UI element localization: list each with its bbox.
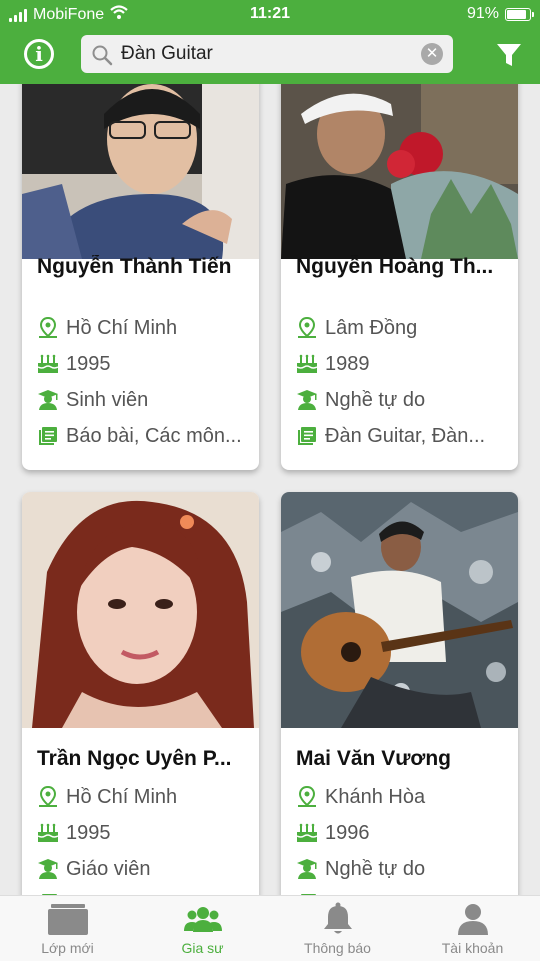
tutor-card[interactable]: Nguyễn Thành Tiến Hồ Chí Minh 1995 Sinh … xyxy=(22,60,259,470)
graduate-icon xyxy=(37,858,59,880)
tutor-card[interactable]: Trần Ngọc Uyên P... Hồ Chí Minh 1995 Giá… xyxy=(22,492,259,912)
tab-new-classes[interactable]: Lớp mới xyxy=(0,896,135,961)
location-pin-icon xyxy=(37,317,59,339)
tutor-card[interactable]: Nguyễn Hoàng Th... Lâm Đồng 1989 Nghề tự… xyxy=(281,60,518,470)
location-row: Hồ Chí Minh xyxy=(37,315,252,341)
graduate-icon xyxy=(296,858,318,880)
search-icon xyxy=(91,44,113,71)
tutor-photo xyxy=(22,84,259,259)
tab-tutors[interactable]: Gia sư xyxy=(135,896,270,961)
search-input[interactable] xyxy=(121,35,411,73)
birth-year-text: 1995 xyxy=(66,352,111,375)
top-bar: MobiFone 11:21 91% i ✕ xyxy=(0,0,540,84)
tab-notifications[interactable]: Thông báo xyxy=(270,896,405,961)
birth-year-row: 1996 xyxy=(296,820,511,846)
tutor-card[interactable]: Mai Văn Vương Khánh Hòa 1996 Nghề tự do xyxy=(281,492,518,912)
battery-group: 91% xyxy=(466,5,534,23)
location-pin-icon xyxy=(296,317,318,339)
location-row: Hồ Chí Minh xyxy=(37,784,252,810)
bottom-tab-bar: Lớp mới Gia sư Thông báo Tài khoản xyxy=(0,895,540,961)
subjects-book-icon xyxy=(296,425,318,447)
location-pin-icon xyxy=(296,786,318,808)
tutor-photo xyxy=(281,84,518,259)
occupation-row: Sinh viên xyxy=(37,387,252,413)
subjects-text: Báo bài, Các môn... xyxy=(66,424,242,447)
occupation-row: Giáo viên xyxy=(37,856,252,882)
info-icon[interactable]: i xyxy=(24,39,54,69)
bell-icon xyxy=(270,902,405,936)
tutors-icon xyxy=(135,902,270,936)
location-text: Khánh Hòa xyxy=(325,785,426,808)
occupation-text: Sinh viên xyxy=(66,388,149,411)
tutor-name: Mai Văn Vương xyxy=(296,747,451,770)
occupation-text: Giáo viên xyxy=(66,857,151,880)
status-bar: MobiFone 11:21 91% xyxy=(0,0,540,28)
tutor-photo xyxy=(22,492,259,728)
account-icon xyxy=(405,902,540,936)
tutor-name: Nguyễn Thành Tiến xyxy=(37,255,232,278)
battery-percent: 91% xyxy=(466,5,499,22)
search-bar[interactable]: ✕ xyxy=(81,35,453,73)
birth-year-text: 1989 xyxy=(325,352,370,375)
class-icon xyxy=(0,902,135,936)
cake-icon xyxy=(37,353,59,375)
subjects-book-icon xyxy=(37,425,59,447)
graduate-icon xyxy=(37,389,59,411)
location-row: Khánh Hòa xyxy=(296,784,511,810)
location-text: Lâm Đồng xyxy=(325,316,418,339)
occupation-row: Nghề tự do xyxy=(296,387,511,413)
location-row: Lâm Đồng xyxy=(296,315,511,341)
tutor-name: Nguyễn Hoàng Th... xyxy=(296,255,494,278)
birth-year-row: 1989 xyxy=(296,351,511,377)
subjects-row: Đàn Guitar, Đàn... xyxy=(296,423,511,449)
occupation-row: Nghề tự do xyxy=(296,856,511,882)
tutor-name: Trần Ngọc Uyên P... xyxy=(37,747,232,770)
tab-label: Thông báo xyxy=(304,940,371,956)
battery-icon xyxy=(505,7,534,21)
location-pin-icon xyxy=(37,786,59,808)
subjects-row: Báo bài, Các môn... xyxy=(37,423,252,449)
birth-year-row: 1995 xyxy=(37,351,252,377)
tab-label: Lớp mới xyxy=(41,940,94,956)
birth-year-text: 1996 xyxy=(325,821,370,844)
cake-icon xyxy=(296,353,318,375)
clock: 11:21 xyxy=(249,5,291,22)
clear-search-icon[interactable]: ✕ xyxy=(421,43,443,65)
tutor-photo xyxy=(281,492,518,728)
graduate-icon xyxy=(296,389,318,411)
filter-icon[interactable] xyxy=(496,42,522,73)
occupation-text: Nghề tự do xyxy=(325,857,426,880)
tab-label: Tài khoản xyxy=(441,940,504,956)
birth-year-text: 1995 xyxy=(66,821,111,844)
birth-year-row: 1995 xyxy=(37,820,252,846)
location-text: Hồ Chí Minh xyxy=(66,316,178,339)
cake-icon xyxy=(37,822,59,844)
cake-icon xyxy=(296,822,318,844)
location-text: Hồ Chí Minh xyxy=(66,785,178,808)
subjects-text: Đàn Guitar, Đàn... xyxy=(325,424,486,447)
tab-label: Gia sư xyxy=(181,940,224,956)
tab-account[interactable]: Tài khoản xyxy=(405,896,540,961)
occupation-text: Nghề tự do xyxy=(325,388,426,411)
